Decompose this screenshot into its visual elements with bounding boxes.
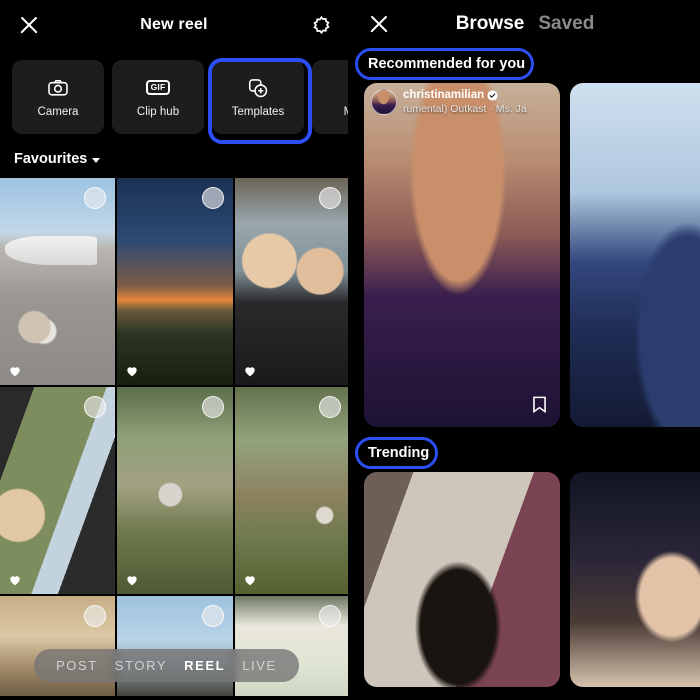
select-circle[interactable] — [319, 396, 341, 418]
gallery-item[interactable] — [117, 387, 233, 594]
screenshot-root: New reel Camera GIF Clip hub Templates F… — [0, 0, 700, 700]
album-selector[interactable]: Favourites — [0, 140, 348, 178]
select-circle[interactable] — [319, 187, 341, 209]
section-header-recommended: Recommended for you — [355, 48, 535, 80]
gif-icon: GIF — [145, 77, 171, 99]
gallery-thumbnail — [234, 387, 348, 594]
heart-icon — [8, 573, 22, 587]
browse-header: Browse Saved — [350, 0, 700, 48]
page-title: New reel — [140, 16, 208, 33]
trending-cards-row: ليل — [350, 472, 700, 687]
tile-made[interactable]: Made — [312, 60, 348, 134]
heart-icon — [243, 364, 257, 378]
recommended-cards-row: christinamilian rumental) Outkast · Ms. … — [350, 83, 700, 427]
section-header-trending: Trending — [355, 437, 439, 469]
tile-camera[interactable]: Camera — [12, 60, 104, 134]
close-icon[interactable] — [368, 13, 390, 35]
heart-icon — [8, 364, 22, 378]
gallery-item[interactable] — [0, 387, 116, 594]
mode-live[interactable]: LIVE — [242, 658, 277, 673]
avatar — [371, 89, 397, 115]
album-label: Favourites — [14, 151, 88, 167]
new-reel-header: New reel — [0, 0, 348, 50]
tile-label: Templates — [231, 105, 285, 118]
template-thumbnail — [570, 83, 700, 427]
camera-icon — [47, 77, 69, 99]
gallery-item[interactable] — [0, 178, 116, 385]
heart-icon — [125, 364, 139, 378]
gallery-thumbnail — [117, 178, 233, 385]
template-card[interactable] — [570, 83, 700, 427]
close-icon[interactable] — [18, 14, 40, 36]
capture-mode-selector: POST STORY REEL LIVE — [34, 649, 299, 682]
template-thumbnail — [364, 83, 560, 427]
mode-post[interactable]: POST — [56, 658, 98, 673]
tile-clip-hub[interactable]: GIF Clip hub — [112, 60, 204, 134]
sparkle-settings-icon[interactable] — [311, 15, 332, 36]
gallery-item[interactable] — [234, 387, 348, 594]
media-gallery-grid — [0, 178, 348, 696]
template-card[interactable]: christinamilian rumental) Outkast · Ms. … — [364, 83, 560, 427]
template-thumbnail — [570, 472, 700, 687]
gallery-item[interactable] — [117, 178, 233, 385]
gallery-thumbnail — [117, 387, 233, 594]
section-title: Recommended for you — [368, 56, 526, 72]
heart-icon — [125, 573, 139, 587]
tab-browse[interactable]: Browse — [456, 13, 525, 35]
tile-label: Camera — [37, 105, 79, 118]
select-circle[interactable] — [201, 187, 224, 209]
tile-templates[interactable]: Templates — [212, 60, 304, 134]
new-reel-panel: New reel Camera GIF Clip hub Templates F… — [0, 0, 350, 700]
gallery-item[interactable] — [234, 178, 348, 385]
select-circle[interactable] — [201, 605, 224, 627]
templates-icon — [247, 77, 269, 99]
card-username-row: christinamilian — [403, 89, 527, 101]
bookmark-icon[interactable] — [530, 393, 549, 416]
tile-label: Clip hub — [136, 105, 180, 118]
card-username: christinamilian — [403, 89, 485, 101]
mode-story[interactable]: STORY — [115, 658, 167, 673]
select-circle[interactable] — [201, 396, 224, 418]
tab-saved[interactable]: Saved — [538, 13, 594, 35]
gallery-thumbnail — [234, 178, 348, 385]
gallery-thumbnail — [0, 178, 116, 385]
template-card[interactable] — [364, 472, 560, 687]
card-audio-track: rumental) Outkast · Ms. Ja — [403, 103, 527, 115]
templates-browse-panel: Browse Saved Recommended for you christi… — [350, 0, 700, 700]
template-card[interactable]: ليل — [570, 472, 700, 687]
section-title: Trending — [368, 445, 430, 461]
card-meta: christinamilian rumental) Outkast · Ms. … — [371, 89, 553, 115]
select-circle[interactable] — [319, 605, 341, 627]
verified-badge-icon — [487, 89, 498, 101]
panel-divider — [349, 0, 352, 700]
create-mode-tiles: Camera GIF Clip hub Templates — [0, 60, 348, 134]
mode-reel[interactable]: REEL — [184, 658, 225, 673]
chevron-down-icon — [92, 158, 101, 163]
heart-icon — [243, 573, 257, 587]
gallery-thumbnail — [0, 387, 116, 594]
template-thumbnail — [364, 472, 560, 687]
